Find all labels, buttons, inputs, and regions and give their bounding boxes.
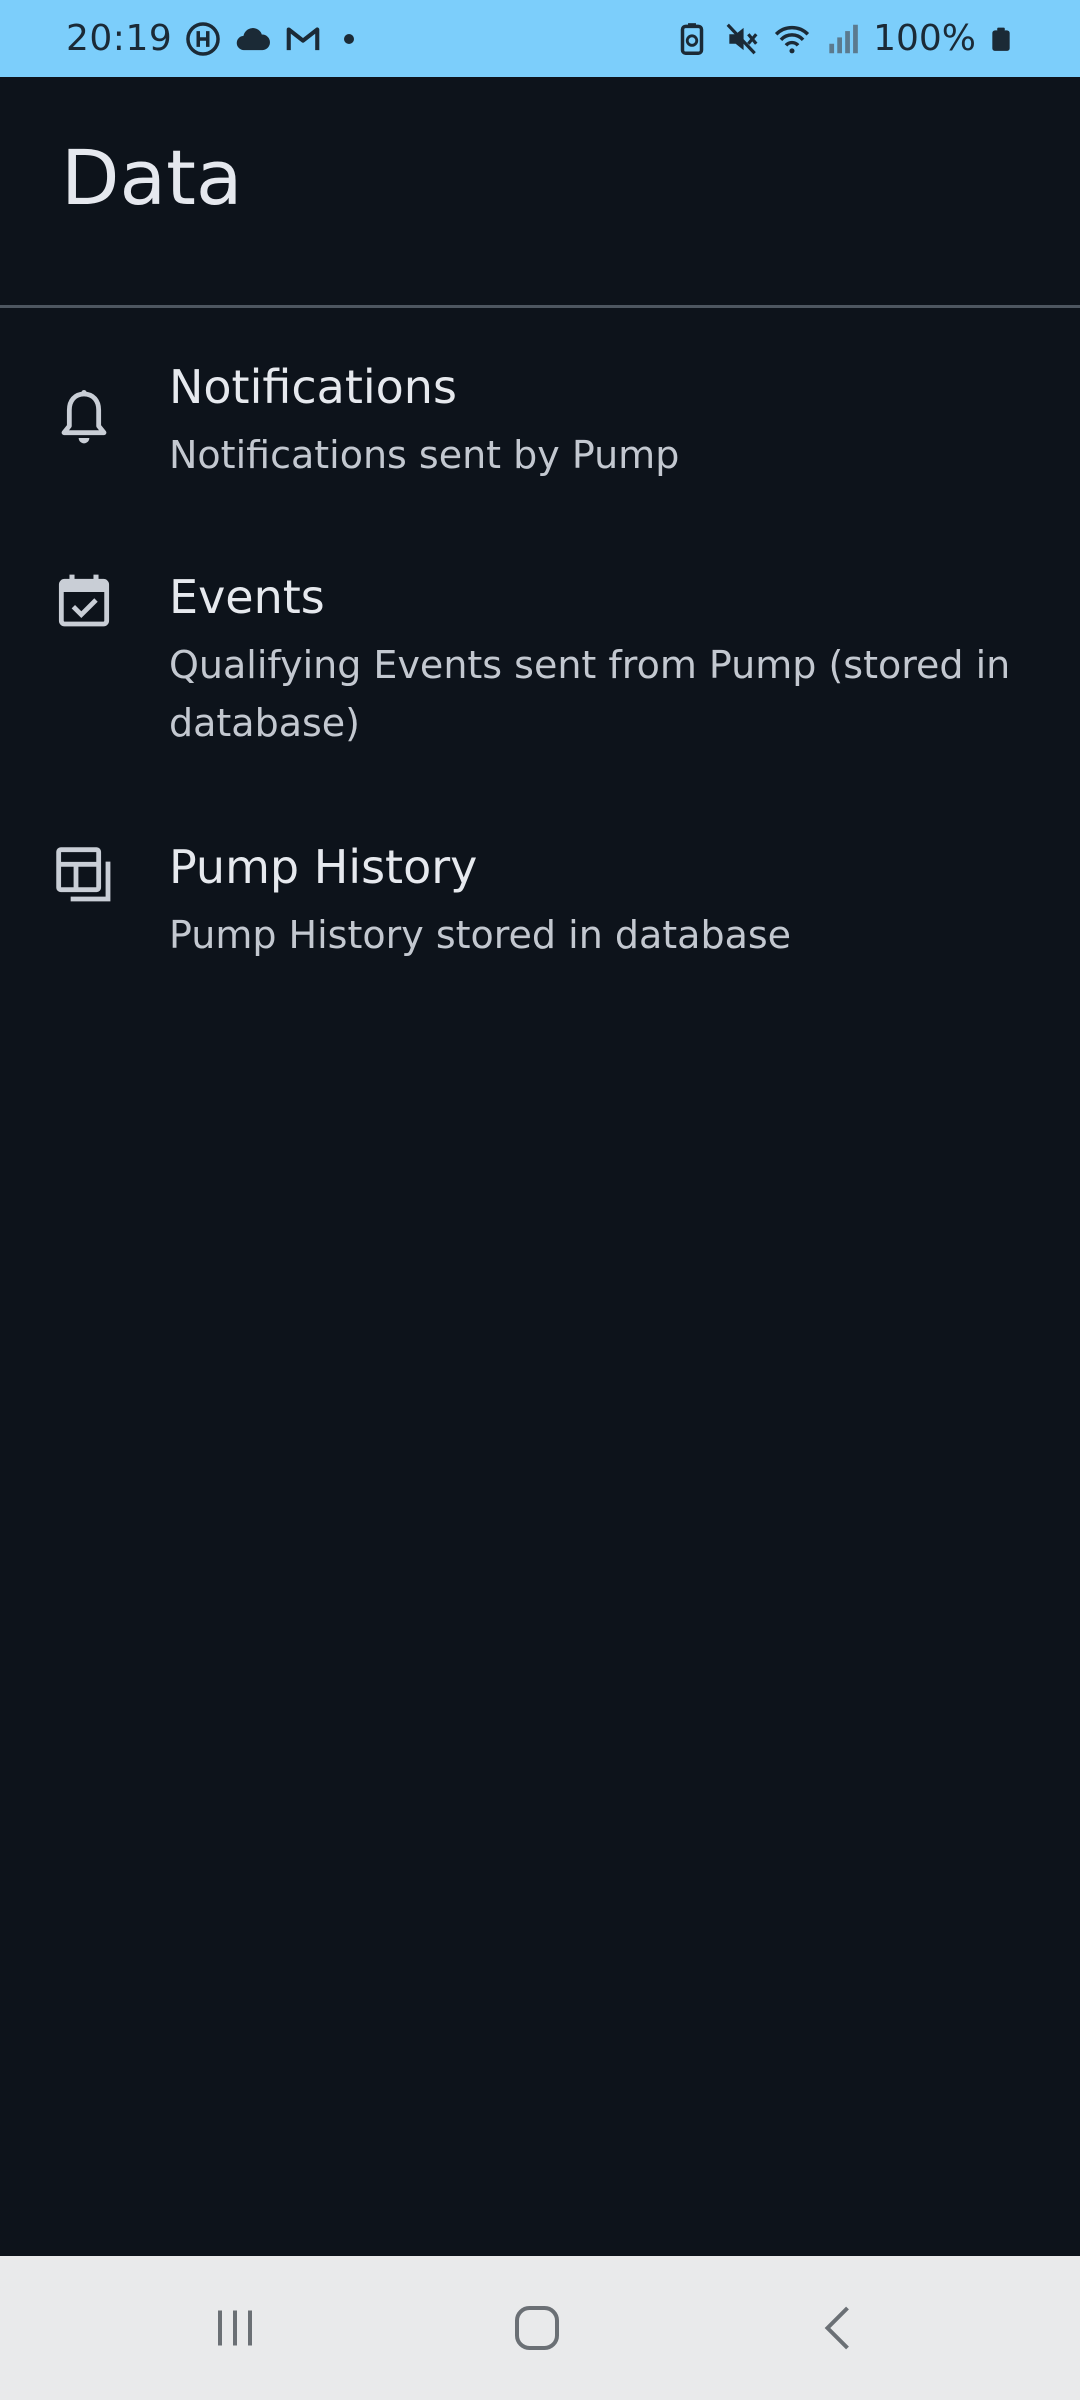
home-button[interactable] [492, 2292, 582, 2364]
item-title: Events [169, 570, 325, 624]
recents-icon [218, 2310, 252, 2346]
status-left: 20:19 [66, 18, 355, 59]
battery-icon [992, 27, 1010, 51]
item-title: Pump History [169, 840, 478, 894]
list-item-events[interactable]: Events Qualifying Events sent from Pump … [0, 518, 1080, 788]
status-time: 20:19 [66, 18, 173, 59]
back-icon [824, 2306, 849, 2350]
item-title: Notifications [169, 360, 457, 414]
dashboard-layout-icon [56, 847, 111, 902]
battery-percent: 100% [873, 18, 976, 59]
wifi-icon [775, 25, 810, 53]
page-title: Data [61, 133, 243, 222]
list-item-pump-history[interactable]: Pump History Pump History stored in data… [0, 788, 1080, 998]
status-right: 100% [673, 18, 1014, 59]
mute-icon [726, 23, 758, 54]
recents-button[interactable] [190, 2292, 280, 2364]
vpn-icon [186, 21, 221, 56]
gmail-icon [286, 26, 320, 50]
navigation-bar [0, 2256, 1080, 2400]
back-button[interactable] [795, 2292, 885, 2364]
data-menu-list: Notifications Notifications sent by Pump… [0, 308, 1080, 998]
item-subtitle: Qualifying Events sent from Pump (stored… [169, 643, 1011, 745]
screen: 20:19 100% Data Notifications Notificati… [0, 0, 1080, 2400]
signal-icon [829, 24, 858, 53]
item-subtitle: Notifications sent by Pump [169, 433, 680, 477]
item-subtitle: Pump History stored in database [169, 913, 792, 957]
notification-dot [344, 33, 355, 44]
cloud-icon [237, 27, 271, 50]
calendar-check-icon [58, 574, 110, 627]
list-item-notifications[interactable]: Notifications Notifications sent by Pump [0, 308, 1080, 518]
bell-icon [61, 390, 107, 444]
home-icon [515, 2306, 559, 2350]
battery-saver-icon [680, 22, 704, 55]
status-bar: 20:19 100% [0, 0, 1080, 77]
